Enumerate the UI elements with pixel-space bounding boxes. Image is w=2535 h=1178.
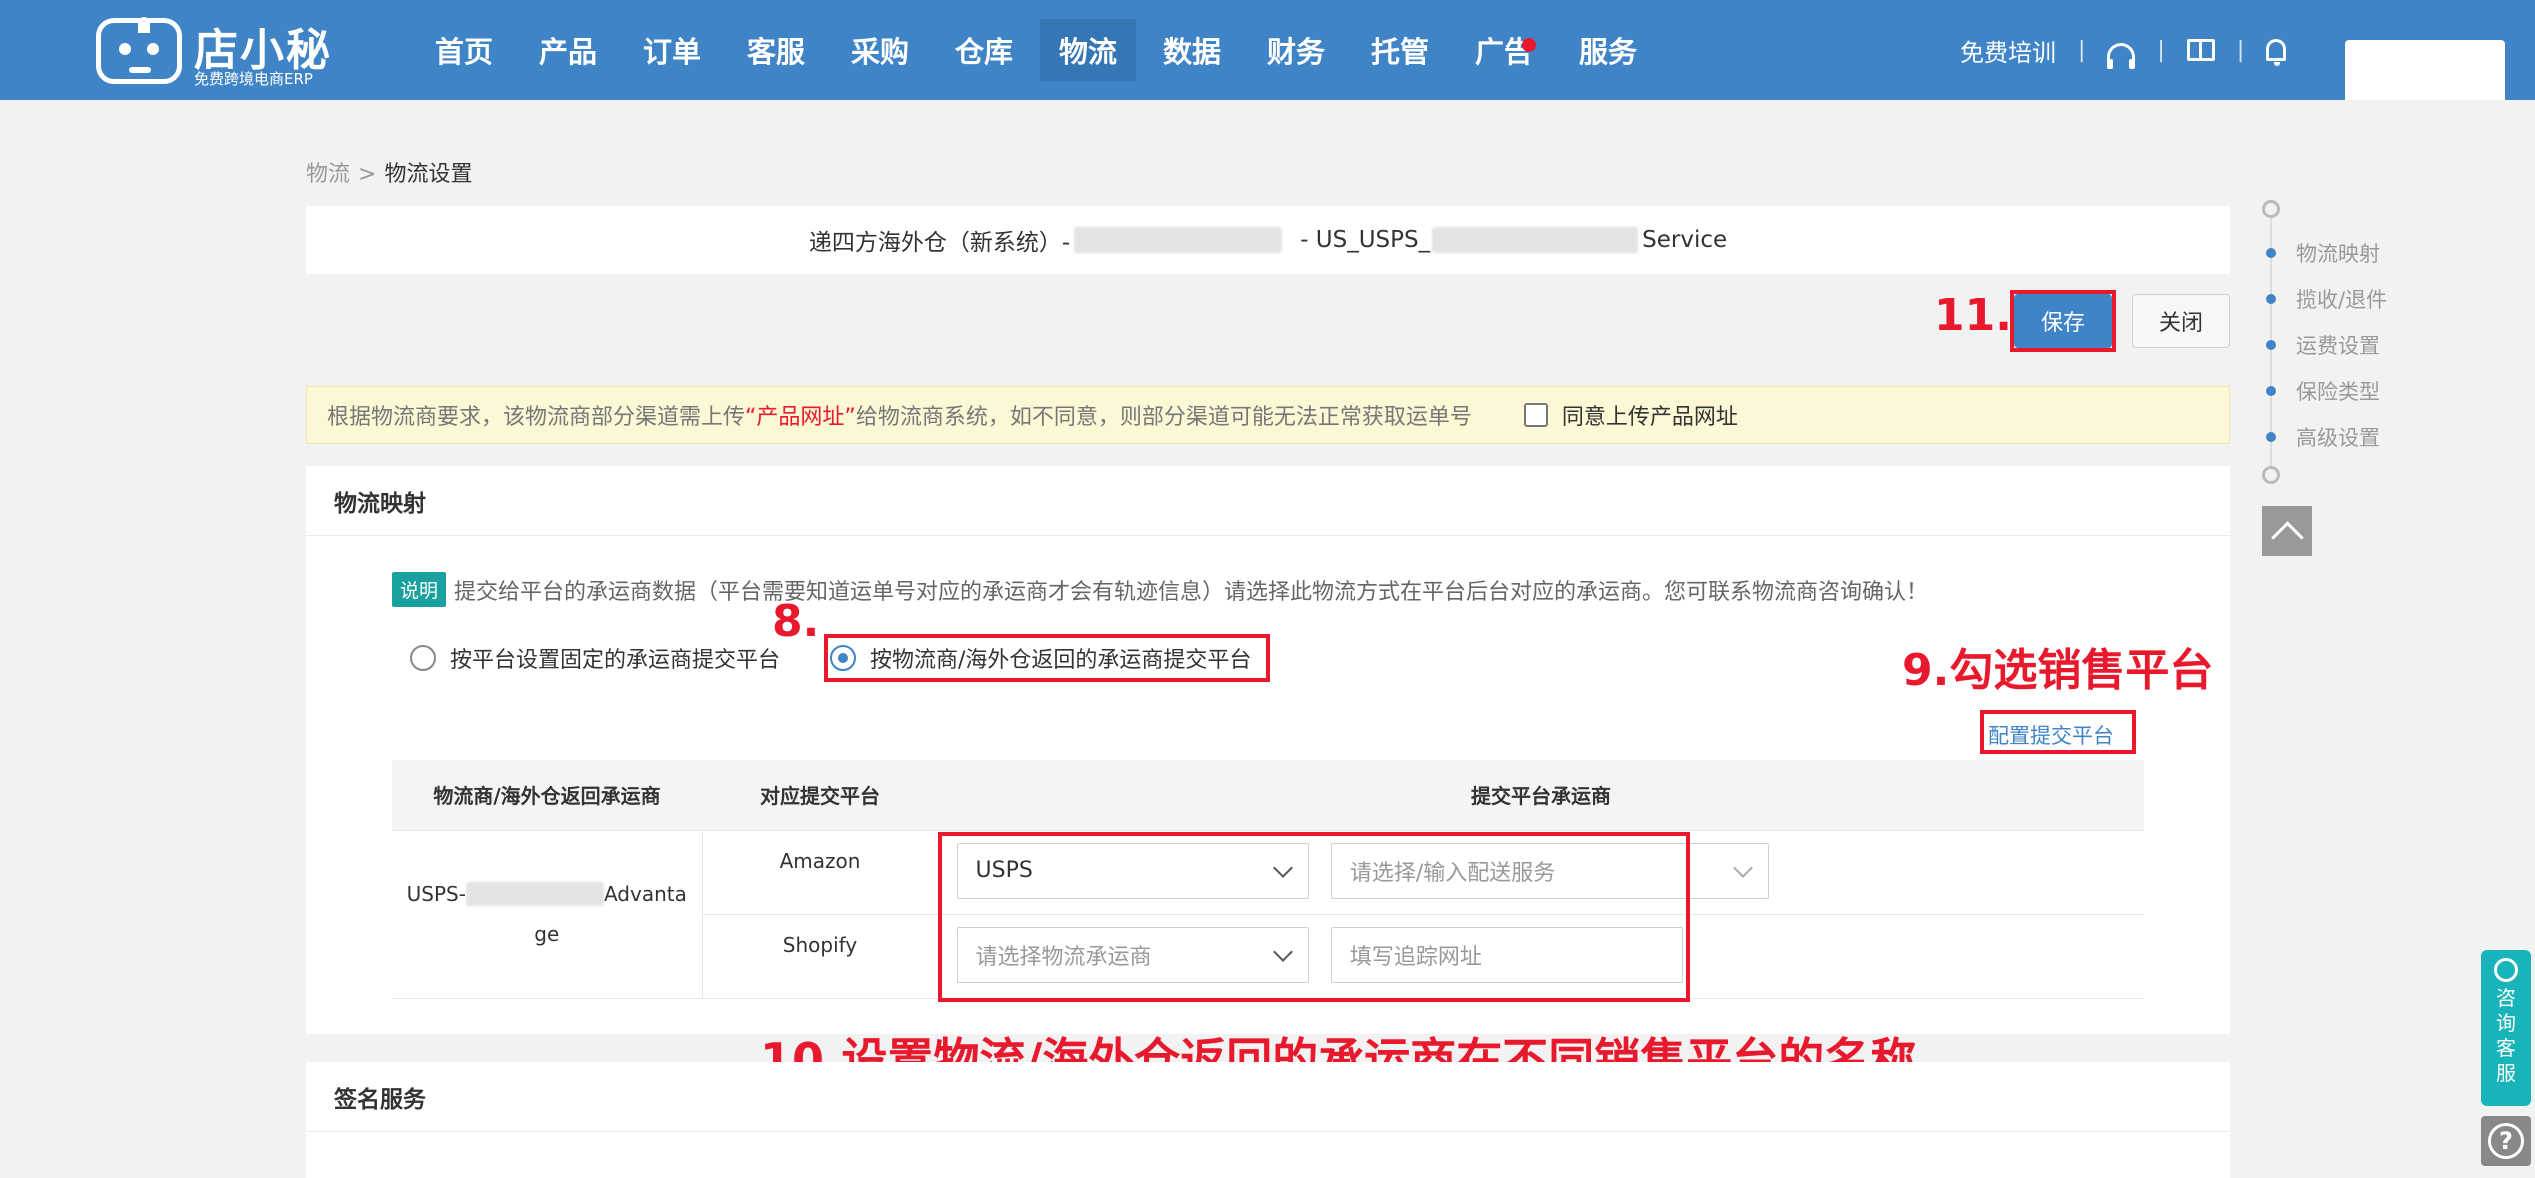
book-icon[interactable] [2186, 39, 2215, 61]
nav-item-hosting[interactable]: 托管 [1348, 0, 1452, 100]
section-title: 签名服务 [306, 1062, 2230, 1132]
returned-carrier-cell: USPS- Advanta ge [392, 830, 702, 999]
carrier-mapping-table: 物流商/海外仓返回承运商 对应提交平台 提交平台承运商 USPS- Advant… [392, 760, 2144, 999]
column-header: 提交平台承运商 [938, 760, 2144, 831]
radio-returned-carrier[interactable]: 按物流商/海外仓返回的承运商提交平台 [830, 642, 1251, 674]
column-header: 物流商/海外仓返回承运商 [392, 760, 702, 831]
logo[interactable]: 店小秘 免费跨境电商ERP [96, 10, 330, 90]
mapping-description: 说明 提交给平台的承运商数据（平台需要知道运单号对应的承运商才会有轨迹信息）请选… [392, 572, 1928, 607]
radio-button[interactable] [830, 645, 856, 671]
title-middle: - US_USPS_ [1300, 227, 1431, 253]
nav-item-orders[interactable]: 订单 [620, 0, 724, 100]
description-text: 提交给平台的承运商数据（平台需要知道运单号对应的承运商才会有轨迹信息）请选择此物… [454, 579, 1929, 605]
sign-service-section: 签名服务 [306, 1062, 2230, 1178]
save-button[interactable]: 保存 [2014, 294, 2112, 348]
info-tag: 说明 [392, 572, 447, 607]
free-training-link[interactable]: 免费培训 [1960, 33, 2056, 68]
logo-subtitle: 免费跨境电商ERP [194, 70, 313, 88]
notification-dot [1522, 38, 1536, 52]
divider: | [2157, 37, 2165, 63]
annotation-step-9: 9.勾选销售平台 [1902, 645, 2214, 696]
consult-service-button[interactable]: 咨 询 客 服 [2481, 950, 2531, 1106]
divider: | [2236, 37, 2245, 63]
carrier-suffix: Advanta [603, 882, 687, 906]
nav-item-finance[interactable]: 财务 [1244, 0, 1348, 100]
blurred-text [465, 882, 604, 906]
annotation-step-11: 11. [1934, 290, 2012, 341]
platform-carrier-cell: 请选择物流承运商 填写追踪网址 [937, 914, 2144, 999]
nav-item-home[interactable]: 首页 [412, 0, 516, 100]
back-to-top-button[interactable] [2262, 506, 2312, 556]
notice-banner: 根据物流商要求，该物流商部分渠道需上传 “产品网址” 给物流商系统，如不同意，则部… [306, 386, 2230, 444]
nav-item-purchase[interactable]: 采购 [828, 0, 932, 100]
nav-item-services[interactable]: 服务 [1556, 0, 1660, 100]
radio-label: 按物流商/海外仓返回的承运商提交平台 [870, 648, 1252, 673]
carrier-select[interactable]: 请选择物流承运商 [956, 926, 1309, 983]
notice-highlight: “产品网址” [745, 405, 856, 430]
selected-value: USPS [975, 858, 1033, 883]
blurred-text [1074, 227, 1283, 253]
side-nav-item[interactable]: 保险类型 [2266, 376, 2380, 406]
side-nav-item[interactable]: 物流映射 [2266, 238, 2380, 268]
chevron-down-icon [1272, 857, 1293, 878]
user-account-box[interactable] [2345, 40, 2505, 100]
question-icon: ? [2488, 1123, 2524, 1159]
blurred-text [1432, 227, 1639, 253]
support-agent-icon [2494, 958, 2518, 982]
notice-text-after: 给物流商系统，如不同意，则部分渠道可能无法正常获取运单号 [855, 405, 1472, 430]
side-nav-item[interactable]: 高级设置 [2266, 422, 2380, 452]
nav-item-warehouse[interactable]: 仓库 [932, 0, 1036, 100]
platform-carrier-cell: USPS 请选择/输入配送服务 [937, 830, 2144, 915]
nav-right-tools: 免费培训 | | | [1960, 0, 2287, 100]
title-prefix: 递四方海外仓（新系统）- [808, 230, 1071, 256]
help-button[interactable]: ? [2481, 1116, 2531, 1166]
platform-name: Amazon [701, 830, 938, 915]
page-title-bar: 递四方海外仓（新系统）- - US_USPS_ Service [306, 206, 2230, 274]
nav-item-logistics[interactable]: 物流 [1036, 0, 1140, 100]
main-nav: 首页 产品 订单 客服 采购 仓库 物流 数据 财务 托管 广告 服务 [412, 0, 1660, 100]
nav-item-data[interactable]: 数据 [1140, 0, 1244, 100]
chevron-down-icon [1272, 941, 1293, 962]
platform-name: Shopify [701, 914, 938, 999]
nav-item-ads[interactable]: 广告 [1452, 0, 1556, 100]
side-nav-item[interactable]: 运费设置 [2266, 330, 2380, 360]
robot-logo-icon [96, 17, 182, 84]
breadcrumb-current: 物流设置 [384, 162, 473, 187]
title-suffix: Service [1642, 227, 1728, 253]
breadcrumb-parent[interactable]: 物流 [306, 162, 350, 187]
logistics-mapping-section: 物流映射 说明 提交给平台的承运商数据（平台需要知道运单号对应的承运商才会有轨迹… [306, 466, 2230, 1034]
radio-label: 按平台设置固定的承运商提交平台 [450, 648, 781, 673]
nav-item-customer-service[interactable]: 客服 [724, 0, 828, 100]
table-row: USPS- Advanta ge Amazon USPS 请选择/输入配送服务 [392, 830, 2144, 999]
top-nav-bar: 店小秘 免费跨境电商ERP 首页 产品 订单 客服 采购 仓库 物流 数据 财务… [0, 0, 2535, 100]
circle-icon [2262, 466, 2280, 484]
annotation-step-8: 8. [772, 596, 820, 647]
nav-item-products[interactable]: 产品 [516, 0, 620, 100]
service-select[interactable]: 请选择/输入配送服务 [1330, 842, 1769, 899]
carrier-tail: ge [534, 922, 560, 946]
column-header: 对应提交平台 [702, 760, 938, 831]
divider: | [2078, 37, 2086, 63]
agree-upload-checkbox[interactable] [1523, 403, 1548, 427]
placeholder: 请选择物流承运商 [975, 944, 1152, 970]
radio-fixed-carrier[interactable]: 按平台设置固定的承运商提交平台 [410, 642, 780, 674]
radio-button[interactable] [410, 645, 436, 671]
carrier-select[interactable]: USPS [956, 842, 1309, 899]
circle-icon [2262, 200, 2280, 218]
breadcrumb: 物流 > 物流设置 [306, 156, 472, 188]
side-nav-item[interactable]: 揽收/退件 [2266, 284, 2387, 314]
section-title: 物流映射 [306, 466, 2230, 536]
headset-icon[interactable] [2107, 43, 2136, 69]
placeholder: 请选择/输入配送服务 [1349, 860, 1556, 886]
chevron-down-icon [1732, 857, 1753, 878]
close-button[interactable]: 关闭 [2132, 294, 2230, 348]
config-platform-link[interactable]: 配置提交平台 [1988, 720, 2114, 750]
placeholder: 填写追踪网址 [1349, 944, 1482, 970]
notice-text-before: 根据物流商要求，该物流商部分渠道需上传 [327, 405, 746, 430]
chevron-right-icon: > [358, 162, 377, 187]
agree-upload-label[interactable]: 同意上传产品网址 [1562, 399, 1738, 431]
carrier-prefix: USPS- [406, 882, 466, 906]
tracking-url-input[interactable]: 填写追踪网址 [1330, 926, 1683, 983]
bell-icon[interactable] [2266, 39, 2287, 66]
